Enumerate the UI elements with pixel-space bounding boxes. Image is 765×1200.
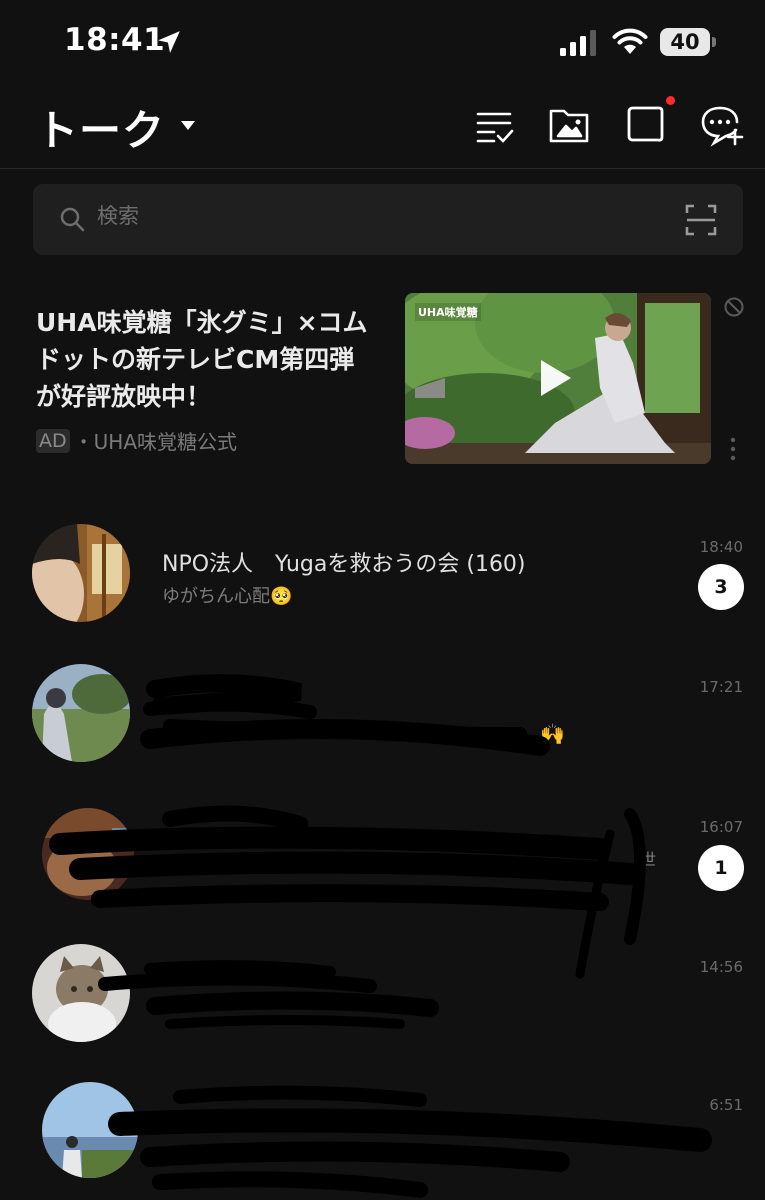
caret-down-icon[interactable] [181, 121, 195, 131]
chat-preview-partial: 世 [640, 850, 657, 869]
ad-banner[interactable]: UHA味覚糖「氷グミ」×コムドットの新テレビCM第四弾が好評放映中！ AD ・U… [0, 280, 765, 480]
chat-time: 18:40 [699, 538, 743, 556]
chat-time: 14:56 [699, 958, 743, 976]
chat-preview-emoji: 🙌 [540, 722, 565, 746]
chat-time: 17:21 [699, 678, 743, 696]
checklist-icon[interactable] [474, 103, 518, 147]
qr-scan-icon[interactable] [685, 204, 717, 236]
location-arrow-icon [158, 31, 180, 53]
avatar [32, 664, 130, 762]
chat-time: 16:07 [699, 818, 743, 836]
ad-video-thumbnail[interactable]: UHA味覚糖 [405, 293, 711, 464]
chat-list-item[interactable]: 17:21 🙌 [0, 664, 765, 794]
new-chat-icon[interactable] [700, 103, 744, 147]
ad-title[interactable]: UHA味覚糖「氷グミ」×コムドットの新テレビCM第四弾が好評放映中！ [36, 304, 376, 415]
page-title[interactable]: トーク [36, 97, 165, 158]
status-time: 18:41 [64, 22, 166, 58]
search-input[interactable] [97, 204, 657, 228]
member-count: (160) [466, 552, 526, 577]
search-bar[interactable] [33, 184, 743, 255]
search-icon [60, 207, 85, 232]
ad-meta: AD ・UHA味覚糖公式 [36, 426, 237, 455]
wifi-icon [612, 28, 648, 54]
avatar [42, 808, 134, 900]
hide-ad-icon[interactable] [723, 296, 745, 318]
talk-header: トーク [0, 85, 765, 169]
chat-list-item[interactable]: 6:51 [0, 1082, 765, 1200]
chat-bubble-icon[interactable] [624, 103, 668, 147]
avatar [32, 944, 130, 1042]
cellular-signal-icon [560, 30, 596, 56]
battery-icon: 40 [660, 28, 716, 56]
chat-list-item[interactable]: NPO法人 Yugaを救おうの会 (160) ゆがちん心配🥺 18:40 3 [0, 524, 765, 654]
unread-badge: 3 [698, 564, 744, 610]
avatar [32, 524, 130, 622]
chat-preview: ゆがちん心配🥺 [162, 586, 293, 607]
chat-list-item[interactable]: 16:07 世 1 [0, 804, 765, 979]
battery-level: 40 [660, 28, 710, 56]
ad-thumb-logo: UHA味覚糖 [415, 303, 481, 321]
avatar [42, 1082, 138, 1178]
notification-dot [666, 96, 675, 105]
unread-badge: 1 [698, 845, 744, 891]
ad-sponsor: ・UHA味覚糖公式 [73, 430, 237, 454]
more-options-icon[interactable] [728, 436, 738, 464]
photo-folder-icon[interactable] [548, 103, 592, 147]
ad-badge: AD [36, 428, 70, 453]
chat-name: NPO法人 Yugaを救おうの会 (160) [162, 552, 526, 577]
status-bar: 18:41 40 [0, 0, 765, 85]
chat-time: 6:51 [709, 1096, 743, 1114]
chat-list-item[interactable]: 14:56 [0, 944, 765, 1074]
